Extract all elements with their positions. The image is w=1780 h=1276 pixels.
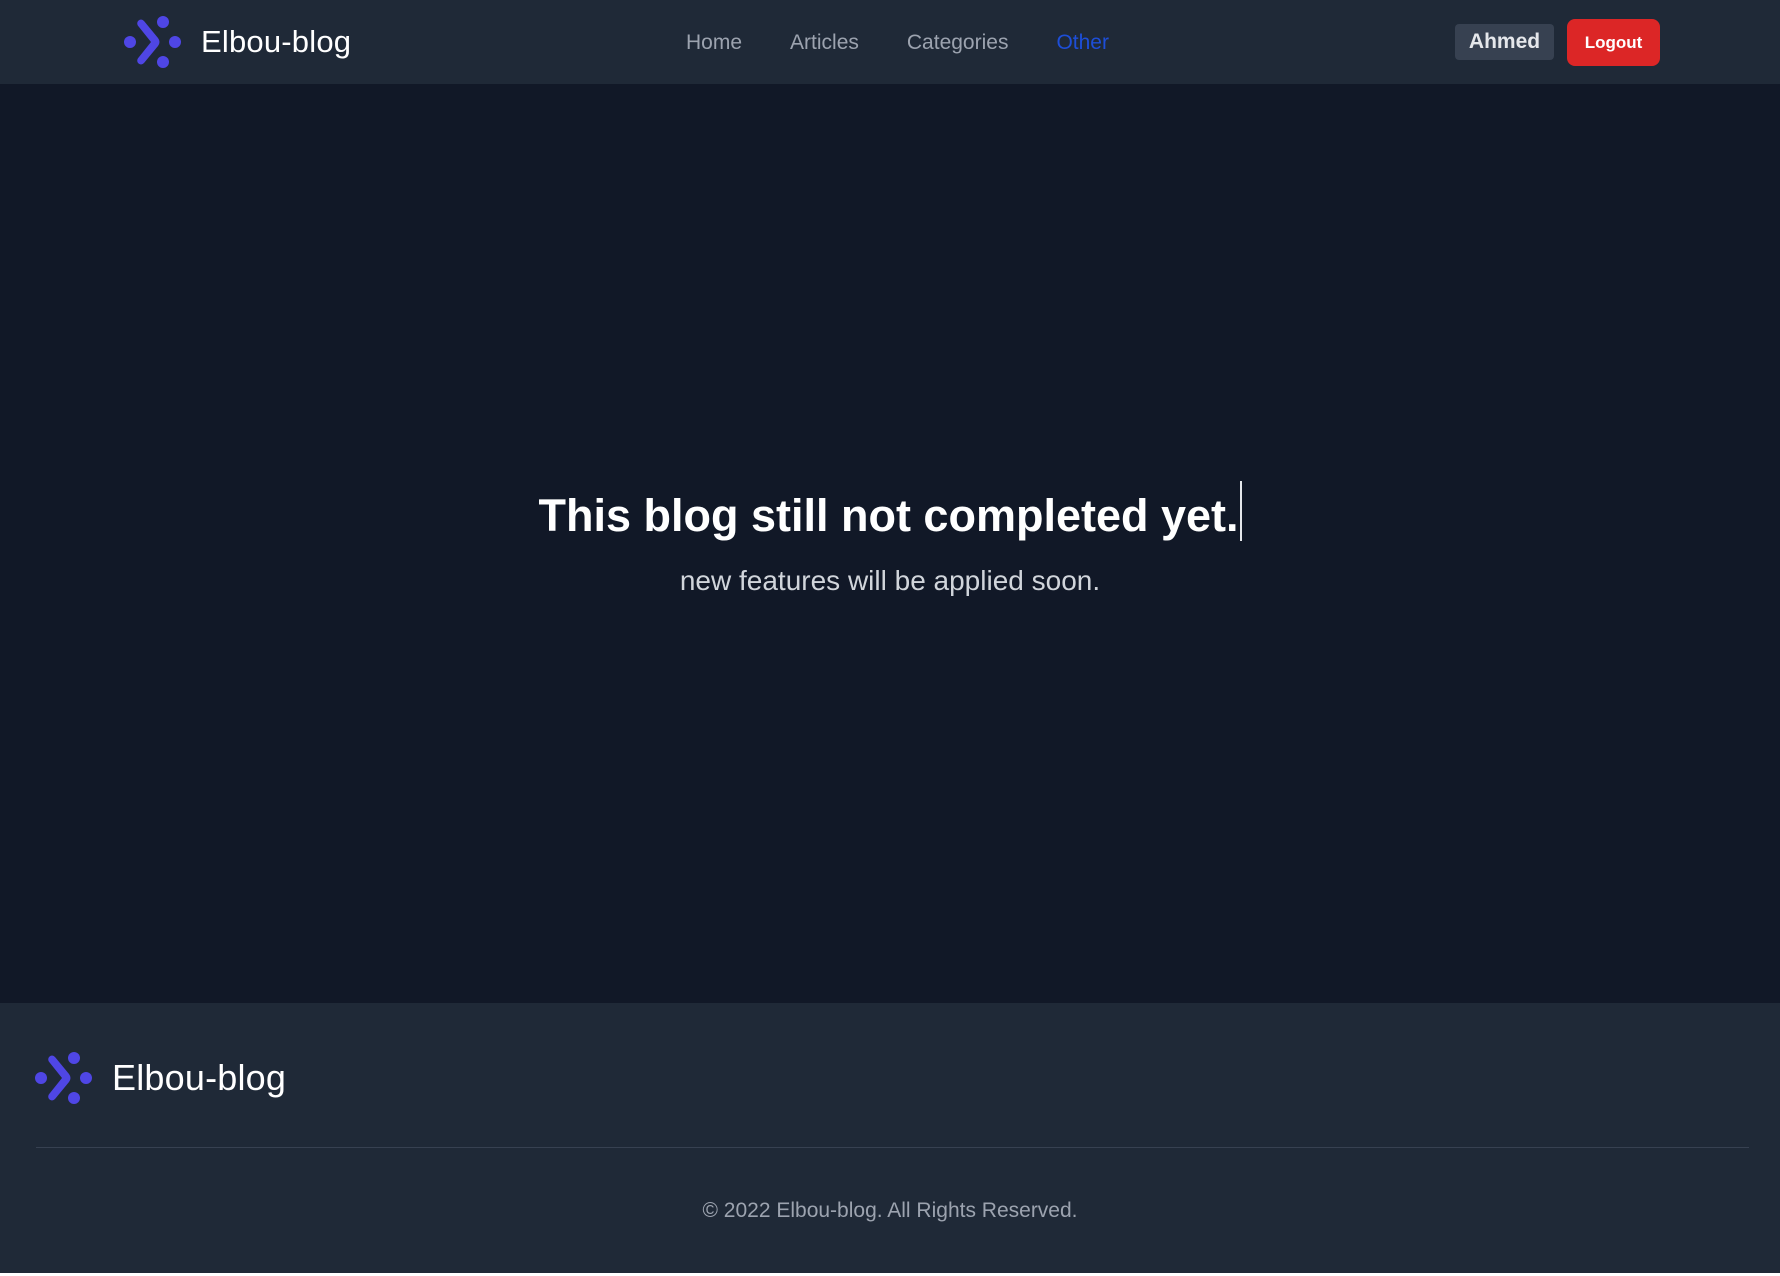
nav-home-link[interactable]: Home xyxy=(686,31,742,55)
text-cursor xyxy=(1239,481,1242,541)
nav-articles-link[interactable]: Articles xyxy=(790,31,859,55)
copyright-text: © 2022 Elbou-blog. All Rights Reserved. xyxy=(702,1199,1078,1222)
main-content: This blog still not completed yet. new f… xyxy=(0,84,1780,1003)
site-footer: Elbou-blog © 2022 Elbou-blog. All Rights… xyxy=(0,1003,1780,1273)
footer-divider xyxy=(36,1147,1749,1148)
logout-button[interactable]: Logout xyxy=(1567,19,1660,66)
brand-name: Elbou-blog xyxy=(201,24,352,59)
nav-categories-link[interactable]: Categories xyxy=(907,31,1009,55)
site-header: Elbou-blog Home Articles Categories Othe… xyxy=(0,0,1780,84)
page-headline: This blog still not completed yet. xyxy=(0,481,1780,542)
user-name-badge[interactable]: Ahmed xyxy=(1455,24,1554,60)
footer-brand-link[interactable]: Elbou-blog xyxy=(35,1052,286,1104)
page-subheadline: new features will be applied soon. xyxy=(679,565,1101,596)
brand-link[interactable]: Elbou-blog xyxy=(124,16,351,68)
headline-text: This blog still not completed yet. xyxy=(538,490,1239,541)
elbou-logo-icon xyxy=(35,1052,92,1104)
elbou-logo-icon xyxy=(124,16,181,68)
main-nav: Home Articles Categories Other xyxy=(686,26,1157,60)
footer-brand-name: Elbou-blog xyxy=(112,1057,287,1098)
page: Elbou-blog Home Articles Categories Othe… xyxy=(0,0,1780,1276)
nav-other-link[interactable]: Other xyxy=(1056,31,1109,55)
